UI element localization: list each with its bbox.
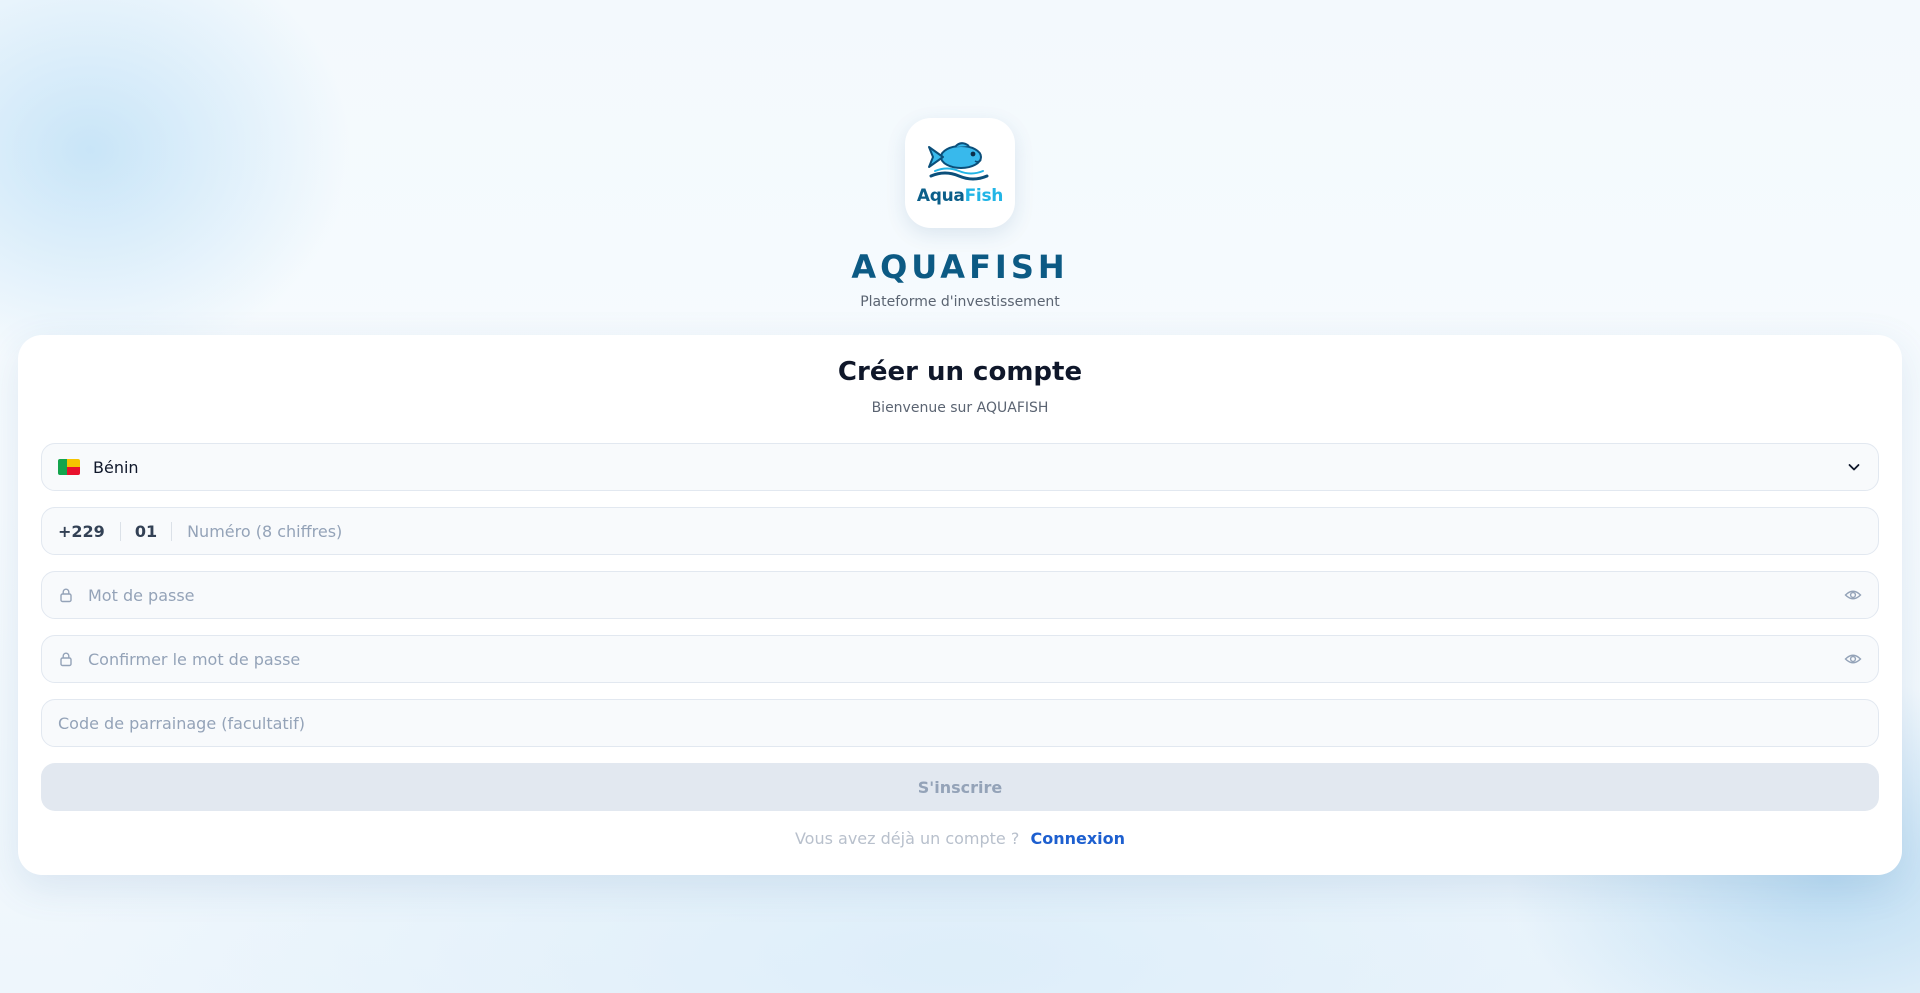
brand-name: AQUAFISH: [851, 248, 1069, 286]
eye-icon[interactable]: [1844, 586, 1862, 604]
brand-tagline: Plateforme d'investissement: [860, 294, 1060, 310]
password-field: [41, 571, 1879, 619]
logo-wordmark: AquaFish: [917, 186, 1003, 206]
lock-icon: [60, 652, 72, 667]
benin-flag-icon: [58, 459, 80, 475]
login-prompt-line: Vous avez déjà un compte ? Connexion: [18, 829, 1902, 848]
signup-card: Créer un compte Bienvenue sur AQUAFISH B…: [18, 335, 1902, 875]
confirm-password-input[interactable]: [88, 649, 1844, 669]
eye-icon[interactable]: [1844, 650, 1862, 668]
lock-icon: [60, 588, 72, 603]
confirm-password-field: [41, 635, 1879, 683]
phone-field: +229 01: [41, 507, 1879, 555]
country-selected-value: Bénin: [93, 457, 139, 477]
referral-code-input[interactable]: [58, 713, 1862, 733]
logo-text-fish: Fish: [964, 186, 1004, 206]
brand-header: AquaFish AQUAFISH Plateforme d'investiss…: [0, 118, 1920, 310]
login-prompt-text: Vous avez déjà un compte ?: [794, 829, 1020, 848]
country-select[interactable]: Bénin: [41, 443, 1879, 491]
password-input[interactable]: [88, 585, 1844, 605]
chevron-down-icon: [1848, 464, 1860, 471]
signup-button[interactable]: S'inscrire: [41, 763, 1879, 811]
referral-field: [41, 699, 1879, 747]
logo-text-aqua: Aqua: [916, 186, 965, 206]
form-title: Créer un compte: [837, 357, 1083, 387]
login-link[interactable]: Connexion: [1030, 829, 1125, 848]
phone-prefix: 01: [121, 521, 173, 541]
fish-icon: [928, 142, 989, 181]
aquafish-logo: AquaFish: [905, 118, 1015, 228]
phone-number-input[interactable]: [187, 521, 1862, 541]
form-subtitle: Bienvenue sur AQUAFISH: [871, 400, 1049, 416]
country-code: +229: [58, 521, 121, 541]
